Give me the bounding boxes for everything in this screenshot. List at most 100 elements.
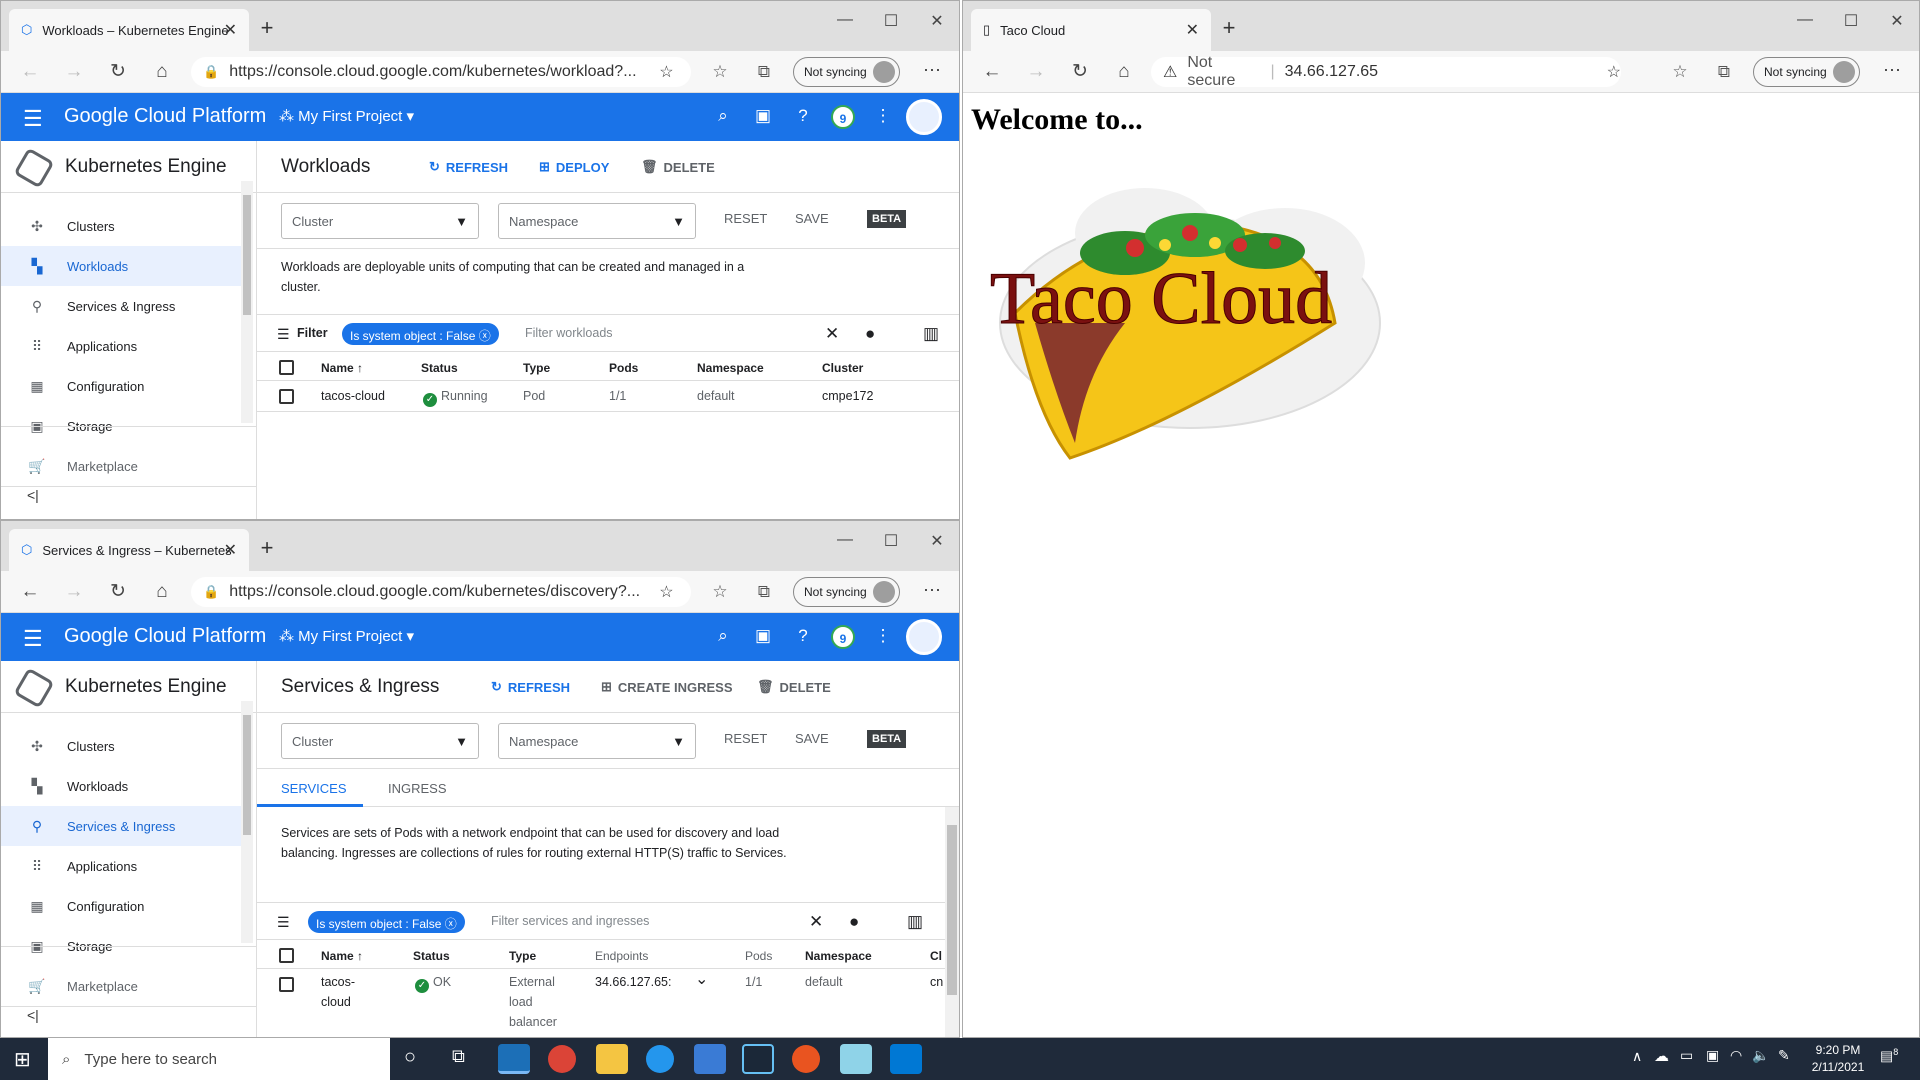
help-icon[interactable]: ? bbox=[791, 106, 815, 126]
reload-icon[interactable]: ↻ bbox=[105, 579, 131, 605]
minimize-icon[interactable]: — bbox=[1785, 11, 1825, 29]
workload-cluster[interactable]: cmpe172 bbox=[822, 386, 873, 406]
sidebar-item-clusters[interactable]: ✣ Clusters bbox=[1, 206, 241, 246]
filter-icon[interactable]: ☰ bbox=[277, 914, 290, 931]
clear-filter-icon[interactable]: ✕ bbox=[825, 324, 839, 344]
tab-services[interactable]: SERVICES bbox=[281, 781, 347, 796]
close-tab-icon[interactable]: ✕ bbox=[224, 540, 237, 560]
select-all-checkbox[interactable] bbox=[279, 948, 294, 963]
help-icon[interactable]: ? bbox=[791, 626, 815, 646]
profile-sync-button[interactable]: Not syncing bbox=[1753, 57, 1860, 87]
edge-taskbar-icon[interactable] bbox=[498, 1044, 530, 1074]
display-icon[interactable]: ▣ bbox=[1706, 1047, 1719, 1064]
close-tab-icon[interactable]: ✕ bbox=[1186, 20, 1199, 40]
clear-filter-icon[interactable]: ✕ bbox=[809, 912, 823, 932]
favorites-icon[interactable]: ☆ bbox=[707, 579, 733, 605]
cloud-shell-icon[interactable]: ▣ bbox=[751, 626, 775, 646]
ubuntu-icon[interactable] bbox=[792, 1045, 820, 1073]
column-header-cluster[interactable]: Cl bbox=[930, 949, 942, 963]
refresh-button[interactable]: ↻ REFRESH bbox=[491, 679, 570, 695]
sidebar-item-applications[interactable]: ⠿ Applications bbox=[1, 846, 241, 886]
account-avatar[interactable] bbox=[906, 99, 942, 135]
browser-tab-taco-cloud[interactable]: ▯ Taco Cloud ✕ bbox=[971, 9, 1211, 51]
cluster-dropdown[interactable]: Cluster ▼ bbox=[281, 723, 479, 759]
maximize-icon[interactable]: ☐ bbox=[871, 11, 911, 31]
settings-more-icon[interactable]: ··· bbox=[919, 59, 945, 80]
filter-input[interactable]: Filter services and ingresses bbox=[491, 914, 649, 928]
delete-button[interactable]: 🗑 DELETE bbox=[641, 159, 715, 175]
browser-tab-services[interactable]: ⬡ Services & Ingress – Kubernetes ✕ bbox=[9, 529, 249, 571]
sidebar-item-services[interactable]: ⚲ Services & Ingress bbox=[1, 806, 241, 846]
notifications-badge[interactable]: 9 bbox=[831, 625, 855, 649]
favorite-star-icon[interactable]: ☆ bbox=[659, 582, 673, 602]
sidebar-item-configuration[interactable]: ▦ Configuration bbox=[1, 366, 241, 406]
collections-icon[interactable]: ⧉ bbox=[1711, 59, 1737, 85]
create-ingress-button[interactable]: ⊞ CREATE INGRESS bbox=[601, 679, 733, 695]
start-windows-icon[interactable]: ⊞ bbox=[14, 1047, 31, 1072]
notification-center-icon[interactable]: ▤8 bbox=[1880, 1047, 1898, 1065]
delete-button[interactable]: 🗑 DELETE bbox=[757, 679, 831, 695]
more-vert-icon[interactable]: ⋮ bbox=[871, 106, 895, 126]
close-window-icon[interactable]: ✕ bbox=[917, 11, 957, 31]
new-tab-icon[interactable]: + bbox=[252, 535, 282, 561]
save-button[interactable]: SAVE bbox=[795, 211, 829, 226]
reload-icon[interactable]: ↻ bbox=[105, 59, 131, 85]
hamburger-menu-icon[interactable]: ☰ bbox=[23, 626, 43, 652]
column-display-icon[interactable]: ▥ bbox=[907, 912, 923, 932]
new-tab-icon[interactable]: + bbox=[1214, 15, 1244, 41]
notifications-badge[interactable]: 9 bbox=[831, 105, 855, 129]
minimize-icon[interactable]: — bbox=[825, 11, 865, 29]
save-button[interactable]: SAVE bbox=[795, 731, 829, 746]
show-hidden-icons-icon[interactable]: ∧ bbox=[1632, 1048, 1642, 1065]
account-avatar[interactable] bbox=[906, 619, 942, 655]
minimize-icon[interactable]: — bbox=[825, 531, 865, 549]
column-header-name[interactable]: Name ↑ bbox=[321, 361, 363, 375]
favorite-star-icon[interactable]: ☆ bbox=[1607, 62, 1621, 82]
column-header-status[interactable]: Status bbox=[421, 361, 458, 375]
column-header-cluster[interactable]: Cluster bbox=[822, 361, 863, 375]
column-header-namespace[interactable]: Namespace bbox=[805, 949, 872, 963]
refresh-button[interactable]: ↻ REFRESH bbox=[429, 159, 508, 175]
sidebar-scrollbar[interactable] bbox=[241, 181, 253, 423]
row-checkbox[interactable] bbox=[279, 977, 294, 992]
gcp-brand[interactable]: Google Cloud Platform bbox=[64, 625, 266, 648]
volume-icon[interactable]: 🔈 bbox=[1752, 1047, 1769, 1064]
column-header-pods[interactable]: Pods bbox=[745, 949, 772, 963]
address-bar[interactable]: 🔒 https://console.cloud.google.com/kuber… bbox=[191, 577, 691, 607]
column-header-type[interactable]: Type bbox=[523, 361, 550, 375]
cortana-icon[interactable]: ○ bbox=[404, 1046, 416, 1069]
service-endpoint-link[interactable]: 34.66.127.65: bbox=[595, 972, 671, 992]
forward-icon[interactable]: → bbox=[1023, 59, 1049, 85]
gcp-brand[interactable]: Google Cloud Platform bbox=[64, 105, 266, 128]
sidebar-item-marketplace[interactable]: 🛒 Marketplace bbox=[1, 446, 241, 486]
sidebar-item-marketplace[interactable]: 🛒 Marketplace bbox=[1, 966, 241, 1006]
onedrive-icon[interactable]: ☁ bbox=[1654, 1047, 1669, 1065]
back-icon[interactable]: ← bbox=[17, 59, 43, 85]
chip-remove-icon[interactable]: ⓧ bbox=[445, 917, 457, 931]
settings-more-icon[interactable]: ··· bbox=[919, 579, 945, 600]
favorites-icon[interactable]: ☆ bbox=[1667, 59, 1693, 85]
pen-icon[interactable]: ✎ bbox=[1778, 1047, 1790, 1064]
forward-icon[interactable]: → bbox=[61, 59, 87, 85]
settings-more-icon[interactable]: ··· bbox=[1879, 59, 1905, 80]
help-icon[interactable]: ● bbox=[849, 912, 859, 932]
vscode-icon[interactable] bbox=[890, 1044, 922, 1074]
address-bar[interactable]: 🔒 https://console.cloud.google.com/kuber… bbox=[191, 57, 691, 87]
home-icon[interactable]: ⌂ bbox=[149, 59, 175, 85]
forward-icon[interactable]: → bbox=[61, 579, 87, 605]
scroll-thumb[interactable] bbox=[947, 825, 957, 995]
close-tab-icon[interactable]: ✕ bbox=[224, 20, 237, 40]
reset-button[interactable]: RESET bbox=[724, 211, 767, 226]
sidebar-item-services[interactable]: ⚲ Services & Ingress bbox=[1, 286, 241, 326]
cluster-dropdown[interactable]: Cluster ▼ bbox=[281, 203, 479, 239]
home-icon[interactable]: ⌂ bbox=[1111, 59, 1137, 85]
project-selector[interactable]: ⁂ My First Project ▾ bbox=[279, 627, 414, 645]
scroll-thumb[interactable] bbox=[243, 715, 251, 835]
chrome-taskbar-icon[interactable] bbox=[548, 1045, 576, 1073]
favorite-star-icon[interactable]: ☆ bbox=[659, 62, 673, 82]
deploy-button[interactable]: ⊞ DEPLOY bbox=[539, 159, 609, 175]
sidebar-item-applications[interactable]: ⠿ Applications bbox=[1, 326, 241, 366]
sidebar-item-workloads[interactable]: ▚ Workloads bbox=[1, 246, 241, 286]
filter-chip[interactable]: Is system object : False ⓧ bbox=[308, 911, 465, 933]
sidebar-item-configuration[interactable]: ▦ Configuration bbox=[1, 886, 241, 926]
